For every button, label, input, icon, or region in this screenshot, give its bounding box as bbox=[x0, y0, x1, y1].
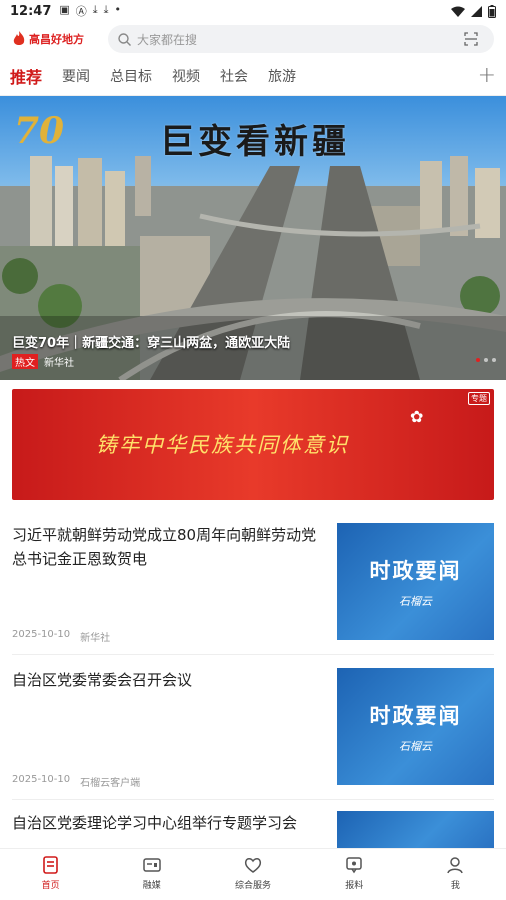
promo-text: 铸牢中华民族共同体意识 bbox=[96, 433, 349, 457]
nav-report[interactable]: 报料 bbox=[304, 849, 405, 900]
carousel-dot bbox=[476, 358, 480, 362]
user-icon bbox=[447, 857, 464, 874]
news-info: 2025-10-10 石榴云客户端 bbox=[12, 774, 140, 789]
report-icon bbox=[346, 857, 362, 874]
tab-goal[interactable]: 总目标 bbox=[110, 66, 152, 86]
flame-logo-icon bbox=[13, 31, 25, 45]
nav-service-label: 综合服务 bbox=[235, 881, 272, 891]
tab-news[interactable]: 要闻 bbox=[62, 66, 90, 86]
nav-home[interactable]: 首页 bbox=[0, 849, 101, 900]
status-bar: 12:47 ▣ Ⓐ ⤓ ⤓ • bbox=[0, 0, 506, 22]
search-icon bbox=[118, 32, 131, 46]
news-thumbnail bbox=[337, 811, 494, 848]
search-bar[interactable]: 大家都在搜 bbox=[108, 25, 494, 53]
add-tab-icon[interactable]: + bbox=[478, 63, 496, 88]
divider bbox=[12, 799, 494, 800]
notification-icons: ▣ Ⓐ ⤓ ⤓ • bbox=[59, 3, 121, 19]
hot-tag: 热文 bbox=[12, 354, 38, 369]
nav-service[interactable]: 综合服务 bbox=[202, 849, 303, 900]
anniversary-badge: 70 bbox=[14, 110, 65, 152]
news-date: 2025-10-10 bbox=[12, 629, 71, 640]
banner-meta: 热文 新华社 bbox=[12, 354, 74, 369]
tab-recommend[interactable]: 推荐 bbox=[10, 64, 42, 88]
media-icon bbox=[143, 858, 161, 872]
thumbnail-title: 时政要闻 bbox=[369, 557, 462, 583]
thumbnail-sub: 石榴云 bbox=[399, 739, 432, 753]
nav-home-label: 首页 bbox=[41, 881, 60, 891]
banner-caption[interactable]: 巨变70年｜新疆交通：穿三山两盆，通欧亚大陆 bbox=[12, 332, 290, 351]
thumbnail-title: 时政要闻 bbox=[369, 702, 462, 728]
search-placeholder: 大家都在搜 bbox=[137, 32, 198, 47]
tab-video[interactable]: 视频 bbox=[172, 66, 200, 86]
carousel-dot bbox=[492, 358, 496, 362]
banner-title: 巨变看新疆 bbox=[160, 122, 350, 162]
news-item[interactable]: 习近平就朝鲜劳动党成立80周年向朝鲜劳动党总书记金正恩致贺电 2025-10-1… bbox=[12, 523, 494, 655]
blossom-icon: ✿ bbox=[410, 407, 424, 426]
battery-icon bbox=[488, 4, 496, 18]
news-title: 自治区党委理论学习中心组举行专题学习会 bbox=[12, 814, 298, 832]
news-thumbnail: 时政要闻 石榴云 bbox=[337, 523, 494, 640]
topic-tag: 专题 bbox=[468, 392, 490, 405]
nav-me-label: 我 bbox=[450, 881, 460, 891]
banner-source: 新华社 bbox=[44, 358, 74, 369]
news-info: 2025-10-10 新华社 bbox=[12, 629, 110, 644]
bottom-navigation: 首页 融媒 综合服务 报料 我 bbox=[0, 848, 506, 900]
thumbnail-sub: 石榴云 bbox=[399, 594, 432, 608]
nav-media-label: 融媒 bbox=[142, 881, 161, 891]
category-tabs: 推荐 要闻 总目标 视频 社会 旅游 + bbox=[0, 56, 506, 96]
app-header: 高昌好地方 大家都在搜 bbox=[0, 22, 506, 56]
app-logo[interactable]: 高昌好地方 bbox=[12, 31, 108, 47]
tab-society[interactable]: 社会 bbox=[220, 66, 248, 86]
divider bbox=[12, 654, 494, 655]
home-icon bbox=[42, 856, 58, 874]
news-item[interactable]: 自治区党委理论学习中心组举行专题学习会 bbox=[12, 811, 494, 848]
news-item[interactable]: 自治区党委常委会召开会议 2025-10-10 石榴云客户端 时政要闻 石榴云 bbox=[12, 668, 494, 800]
service-icon bbox=[244, 858, 262, 873]
nav-me[interactable]: 我 bbox=[405, 849, 506, 900]
dot-icon: • bbox=[114, 3, 122, 16]
nav-media[interactable]: 融媒 bbox=[101, 849, 202, 900]
status-time: 12:47 bbox=[10, 3, 52, 19]
news-thumbnail: 时政要闻 石榴云 bbox=[337, 668, 494, 785]
news-date: 2025-10-10 bbox=[12, 774, 71, 785]
download-icon-2: ⤓ bbox=[103, 3, 109, 16]
tab-travel[interactable]: 旅游 bbox=[268, 66, 296, 86]
news-source: 石榴云客户端 bbox=[80, 778, 141, 789]
promo-banner[interactable]: 铸牢中华民族共同体意识 ✿ 专题 bbox=[12, 389, 494, 500]
news-title: 自治区党委常委会召开会议 bbox=[12, 671, 193, 689]
scan-icon[interactable] bbox=[464, 32, 478, 46]
wifi-icon bbox=[451, 6, 465, 17]
news-title: 习近平就朝鲜劳动党成立80周年向朝鲜劳动党总书记金正恩致贺电 bbox=[12, 526, 317, 568]
signal-icon bbox=[471, 5, 482, 17]
download-icon: ⤓ bbox=[92, 3, 98, 16]
carousel-dot bbox=[484, 358, 488, 362]
image-notification-icon: ▣ bbox=[59, 3, 70, 16]
nav-report-label: 报料 bbox=[345, 881, 364, 891]
news-source: 新华社 bbox=[80, 633, 111, 644]
app-notification-icon: Ⓐ bbox=[75, 5, 87, 18]
logo-text: 高昌好地方 bbox=[29, 33, 84, 46]
carousel-indicator bbox=[476, 358, 496, 362]
hero-banner[interactable]: 70 巨变看新疆 巨变70年｜新疆交通：穿三山两盆，通欧亚大陆 热文 新华社 bbox=[0, 96, 506, 380]
